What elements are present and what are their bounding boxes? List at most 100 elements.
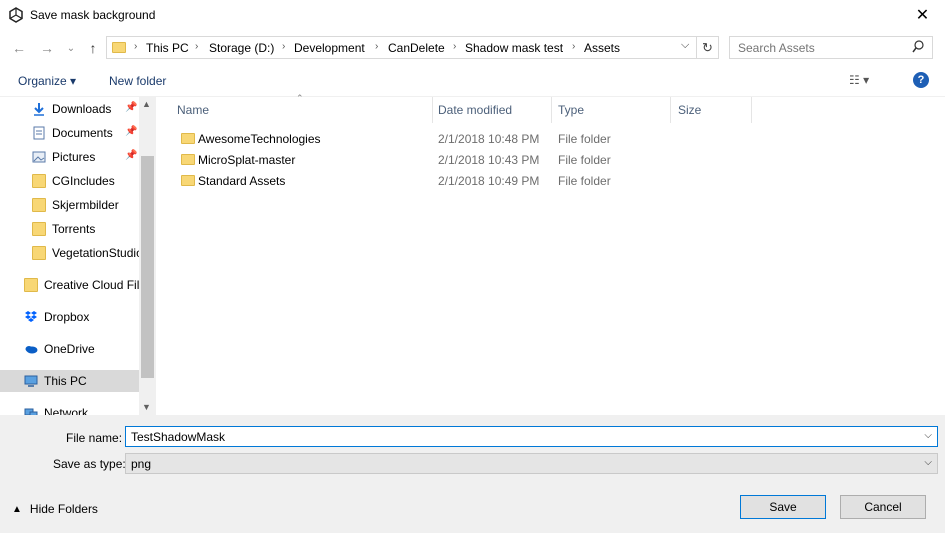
sidebar-item-vegetationstudio[interactable]: VegetationStudio — [32, 242, 143, 264]
sidebar-scrollbar[interactable]: ▲ ▼ — [139, 97, 156, 415]
folder-icon — [181, 175, 195, 186]
close-icon: ✕ — [915, 7, 930, 24]
forward-button[interactable]: → — [36, 37, 58, 59]
sidebar-item-this-pc[interactable]: This PC — [0, 370, 139, 392]
chevron-down-icon: ⌄ — [66, 42, 76, 54]
dropbox-icon — [25, 311, 37, 322]
folder-sync-icon — [32, 198, 46, 212]
breadcrumb-this-pc[interactable]: This PC — [146, 41, 189, 55]
breadcrumb-shadow-mask-test[interactable]: Shadow mask test — [465, 41, 563, 55]
recent-locations-button[interactable]: ⌄ — [60, 37, 82, 59]
cancel-button[interactable]: Cancel — [840, 495, 926, 519]
help-icon[interactable]: ? — [913, 72, 929, 88]
column-header-name[interactable]: Name — [177, 103, 209, 117]
sidebar-item-label: OneDrive — [44, 342, 95, 356]
column-header-date[interactable]: Date modified — [438, 103, 512, 117]
file-type: File folder — [558, 153, 611, 167]
sidebar-item-skjermbilder[interactable]: Skjermbilder — [32, 194, 119, 216]
chevron-up-icon[interactable]: ▲ — [142, 99, 151, 109]
window-title: Save mask background — [30, 8, 156, 22]
hide-folders-toggle[interactable]: ▲ Hide Folders — [12, 502, 98, 516]
breadcrumb-development[interactable]: Development — [294, 41, 365, 55]
chevron-up-icon: ▲ — [12, 503, 22, 515]
save-button[interactable]: Save — [740, 495, 826, 519]
sidebar-item-label: Creative Cloud Files — [44, 278, 153, 292]
sidebar-item-creative-cloud[interactable]: Creative Cloud Files — [24, 274, 152, 296]
unity-icon — [9, 7, 23, 23]
sidebar-item-label: Skjermbilder — [52, 198, 119, 212]
sidebar-item-label: Pictures — [52, 150, 96, 164]
sidebar-item-label: Dropbox — [44, 310, 90, 324]
save-type-value: png — [131, 457, 152, 471]
breadcrumb-separator-icon: › — [572, 41, 576, 52]
breadcrumb-separator-icon: › — [375, 41, 379, 52]
file-name: MicroSplat-master — [198, 153, 296, 167]
file-type: File folder — [558, 132, 611, 146]
view-options-icon[interactable]: ☷ ▾ — [849, 73, 869, 87]
sidebar-item-dropbox[interactable]: Dropbox — [24, 306, 89, 328]
search-input[interactable] — [730, 37, 900, 58]
title-bar: Save mask background ✕ — [0, 0, 945, 32]
sidebar-item-cgincludes[interactable]: CGIncludes — [32, 170, 115, 192]
column-divider[interactable] — [432, 97, 433, 123]
search-icon — [912, 40, 924, 53]
folder-sync-icon — [32, 246, 46, 260]
search-box[interactable] — [729, 36, 933, 59]
pin-icon: 📌 — [125, 126, 138, 137]
sidebar-item-onedrive[interactable]: OneDrive — [24, 338, 95, 360]
chevron-down-icon[interactable]: ▼ — [142, 402, 151, 412]
column-header-size[interactable]: Size — [678, 103, 701, 117]
sidebar-item-pictures[interactable]: Pictures — [32, 146, 95, 168]
table-row[interactable]: Standard Assets 2/1/2018 10:49 PM File f… — [178, 170, 738, 191]
file-name-input[interactable] — [126, 427, 906, 446]
address-bar[interactable]: › This PC › Storage (D:) › Development ›… — [106, 36, 697, 59]
breadcrumb-storage[interactable]: Storage (D:) — [209, 41, 274, 55]
sidebar-item-network[interactable]: Network — [24, 402, 88, 415]
table-row[interactable]: AwesomeTechnologies 2/1/2018 10:48 PM Fi… — [178, 128, 738, 149]
breadcrumb-separator-icon: › — [134, 41, 138, 52]
column-header-type[interactable]: Type — [558, 103, 584, 117]
arrow-right-icon: → — [40, 40, 54, 56]
new-folder-button[interactable]: New folder — [109, 74, 166, 88]
save-type-select[interactable]: png ⌵ — [125, 453, 938, 474]
folder-icon — [181, 154, 195, 165]
breadcrumb-candelete[interactable]: CanDelete — [388, 41, 445, 55]
sidebar-item-downloads[interactable]: Downloads — [32, 98, 111, 120]
sidebar-item-documents[interactable]: Documents — [32, 122, 113, 144]
close-button[interactable]: ✕ — [900, 0, 945, 30]
back-button[interactable]: ← — [8, 37, 30, 59]
sidebar-item-label: This PC — [44, 374, 87, 388]
breadcrumb-assets[interactable]: Assets — [584, 41, 620, 55]
computer-icon — [24, 375, 38, 387]
arrow-left-icon: ← — [12, 40, 26, 56]
onedrive-icon — [25, 346, 38, 354]
refresh-button[interactable]: ↻ — [697, 36, 719, 59]
file-date: 2/1/2018 10:49 PM — [438, 174, 540, 188]
folder-icon — [181, 133, 195, 144]
file-name-combobox[interactable]: ⌵ — [125, 426, 938, 447]
file-name: Standard Assets — [198, 174, 286, 188]
chevron-down-icon[interactable]: ⌵ — [924, 430, 932, 441]
sidebar-item-label: Downloads — [52, 102, 112, 116]
scrollbar-thumb[interactable] — [141, 156, 154, 378]
arrow-up-icon: ↑ — [89, 40, 97, 56]
column-divider[interactable] — [751, 97, 752, 123]
creative-cloud-icon — [24, 278, 38, 292]
column-divider[interactable] — [670, 97, 671, 123]
sidebar-item-label: CGIncludes — [52, 174, 115, 188]
save-type-label: Save as type: — [53, 457, 126, 471]
sidebar-item-label: Network — [44, 406, 89, 415]
refresh-icon: ↻ — [702, 39, 713, 55]
sidebar-item-torrents[interactable]: Torrents — [32, 218, 95, 240]
pin-icon: 📌 — [125, 150, 138, 161]
file-name-label: File name: — [66, 431, 123, 445]
navigation-pane: Downloads 📌 Documents 📌 Pictures 📌 CGInc… — [0, 97, 156, 415]
breadcrumb-separator-icon: › — [453, 41, 457, 52]
column-divider[interactable] — [551, 97, 552, 123]
hide-folders-label: Hide Folders — [29, 502, 98, 516]
folder-icon — [32, 222, 46, 236]
chevron-down-icon[interactable]: ⌵ — [681, 39, 689, 52]
up-button[interactable]: ↑ — [82, 37, 104, 59]
organize-menu[interactable]: Organize ▾ — [18, 74, 76, 88]
table-row[interactable]: MicroSplat-master 2/1/2018 10:43 PM File… — [178, 149, 738, 170]
